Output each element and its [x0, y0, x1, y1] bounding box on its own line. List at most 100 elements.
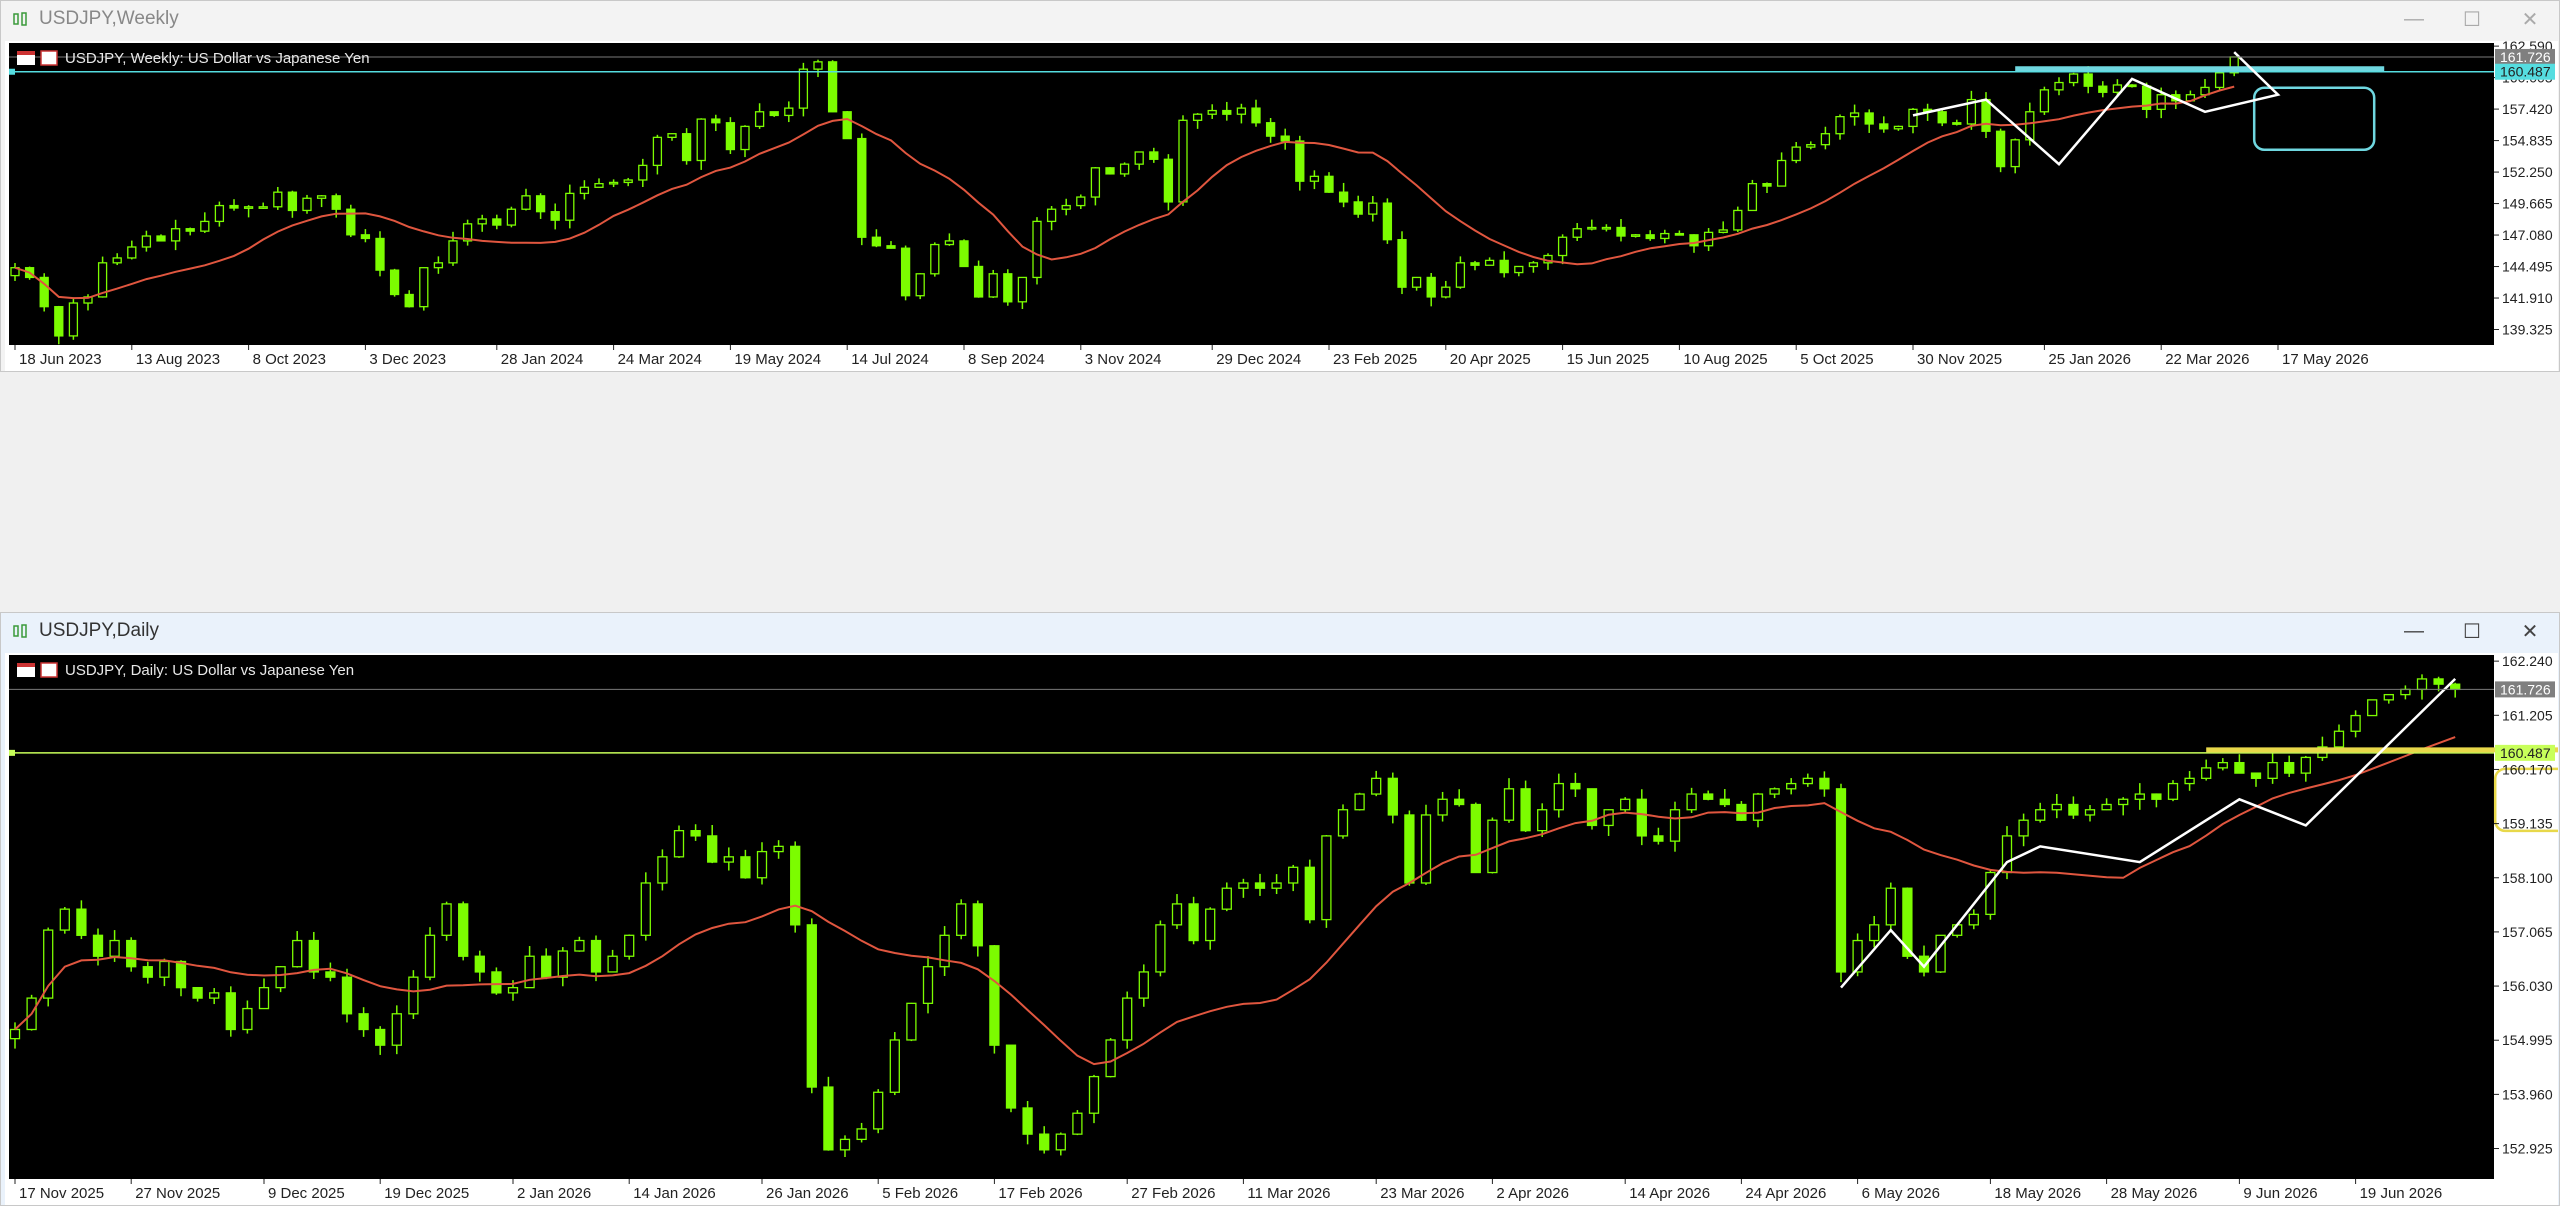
candle-body: [331, 195, 341, 210]
close-button[interactable]: ✕: [2501, 1, 2559, 37]
candle-body: [1514, 265, 1524, 274]
candle-body: [1251, 107, 1261, 124]
price-tick-label: 152.250: [2502, 164, 2553, 180]
candle-body: [550, 211, 560, 221]
minimize-button[interactable]: —: [2385, 1, 2443, 37]
candle-body: [1981, 98, 1991, 132]
candle-body: [1238, 882, 1249, 889]
price-tick-label: 141.910: [2502, 290, 2553, 306]
candle-body: [1324, 175, 1334, 193]
level-anchor-handle[interactable]: [9, 68, 15, 75]
candle-body: [690, 830, 701, 837]
price-tick-label: 157.065: [2502, 924, 2553, 940]
candle-body: [989, 945, 1000, 1046]
date-tick-label: 24 Mar 2024: [618, 351, 702, 368]
candle-body: [1076, 196, 1086, 207]
chart-type-icon: [40, 50, 58, 66]
candle-body: [2035, 809, 2046, 821]
candle-body: [1603, 809, 1614, 827]
candle-body: [1703, 793, 1714, 800]
candle-body: [1387, 777, 1398, 816]
candle-body: [1752, 793, 1764, 821]
candle-body: [1869, 924, 1880, 942]
candle-body: [1937, 111, 1947, 124]
candle-body: [1786, 782, 1797, 790]
level-anchor-handle[interactable]: [9, 749, 15, 756]
candle-body: [273, 191, 283, 208]
candle-body: [2018, 819, 2029, 837]
price-tick-label: 156.030: [2502, 978, 2553, 994]
candle-body: [623, 179, 633, 184]
daily-chart-canvas[interactable]: USDJPY, Daily: US Dollar vs Japanese Yen…: [5, 653, 2558, 1205]
candle-body: [1747, 182, 1758, 212]
daily-chart-svg[interactable]: USDJPY, Daily: US Dollar vs Japanese Yen…: [5, 653, 2558, 1205]
candle-body: [1893, 125, 1904, 130]
candle-body: [491, 971, 502, 994]
date-tick-label: 14 Apr 2026: [1629, 1185, 1710, 1202]
weekly-chart-canvas[interactable]: USDJPY, Weekly: US Dollar vs Japanese Ye…: [5, 41, 2558, 371]
candle-body: [673, 830, 685, 858]
daily-chart-window[interactable]: USDJPY,Daily — ☐ ✕ USDJPY, Daily: US Dollar …: [0, 612, 2560, 1206]
candle-body: [243, 206, 254, 209]
candle-body: [1105, 1039, 1116, 1078]
candle-body: [856, 1128, 867, 1141]
close-button[interactable]: ✕: [2501, 613, 2559, 649]
candle-body: [1254, 882, 1266, 889]
candle-body: [477, 218, 487, 225]
candle-body: [956, 903, 967, 936]
date-tick-label: 5 Feb 2026: [882, 1185, 958, 1202]
candle-body: [1426, 276, 1436, 298]
date-tick-label: 28 Jan 2024: [501, 351, 584, 368]
candle-body: [1280, 135, 1290, 142]
date-tick-label: 17 May 2026: [2282, 351, 2369, 368]
candle-body: [944, 240, 955, 246]
candle-body: [404, 293, 414, 308]
daily-window-titlebar[interactable]: USDJPY,Daily — ☐ ✕: [1, 613, 2559, 649]
candle-body: [59, 908, 70, 931]
chart-title: USDJPY, Weekly: US Dollar vs Japanese Ye…: [65, 50, 370, 67]
candle-body: [1072, 1112, 1083, 1135]
date-tick-label: 19 May 2024: [734, 351, 821, 368]
candle-body: [1968, 913, 1979, 926]
candle-body: [1819, 777, 1830, 790]
minimize-button[interactable]: —: [2385, 613, 2443, 649]
candle-body: [2300, 756, 2311, 774]
plot-area[interactable]: [9, 655, 2494, 1179]
candle-body: [2184, 777, 2195, 785]
weekly-window-titlebar[interactable]: USDJPY,Weekly — ☐ ✕: [1, 1, 2559, 37]
candle-body: [557, 950, 568, 978]
candle-body: [2201, 767, 2212, 779]
candle-body: [302, 197, 312, 212]
candle-body: [889, 1039, 900, 1093]
date-tick-label: 29 Dec 2024: [1216, 351, 1301, 368]
candle-body: [930, 243, 940, 275]
candle-body: [521, 195, 531, 210]
candle-body: [959, 240, 969, 268]
weekly-chart-svg[interactable]: USDJPY, Weekly: US Dollar vs Japanese Ye…: [5, 41, 2558, 371]
date-tick-label: 19 Jun 2026: [2360, 1185, 2443, 1202]
candle-body: [2350, 714, 2361, 732]
candle-body: [2214, 72, 2225, 89]
date-tick-label: 3 Dec 2023: [369, 351, 446, 368]
maximize-button[interactable]: ☐: [2443, 613, 2501, 649]
close-icon: ✕: [2521, 8, 2539, 31]
candle-body: [773, 845, 784, 853]
candle-body: [1205, 908, 1216, 942]
date-tick-label: 14 Jul 2024: [851, 351, 929, 368]
daily-window-title: USDJPY,Daily: [39, 620, 160, 641]
candle-body: [1553, 782, 1564, 811]
candle-body: [242, 1007, 253, 1031]
maximize-button[interactable]: ☐: [2443, 1, 2501, 37]
candle-body: [535, 195, 546, 213]
candle-body: [1769, 788, 1780, 795]
candle-body: [1653, 835, 1664, 842]
candle-body: [2068, 803, 2079, 816]
candle-body: [192, 986, 203, 999]
price-tick-label: 158.100: [2502, 870, 2553, 886]
candle-body: [358, 1013, 369, 1031]
level-price-label: 160.487: [2500, 745, 2551, 761]
candle-body: [1537, 809, 1548, 832]
weekly-chart-window[interactable]: USDJPY,Weekly — ☐ ✕ USDJPY, Weekly: US D…: [0, 0, 2560, 372]
candle-body: [1557, 236, 1568, 257]
candle-body: [1222, 109, 1232, 115]
